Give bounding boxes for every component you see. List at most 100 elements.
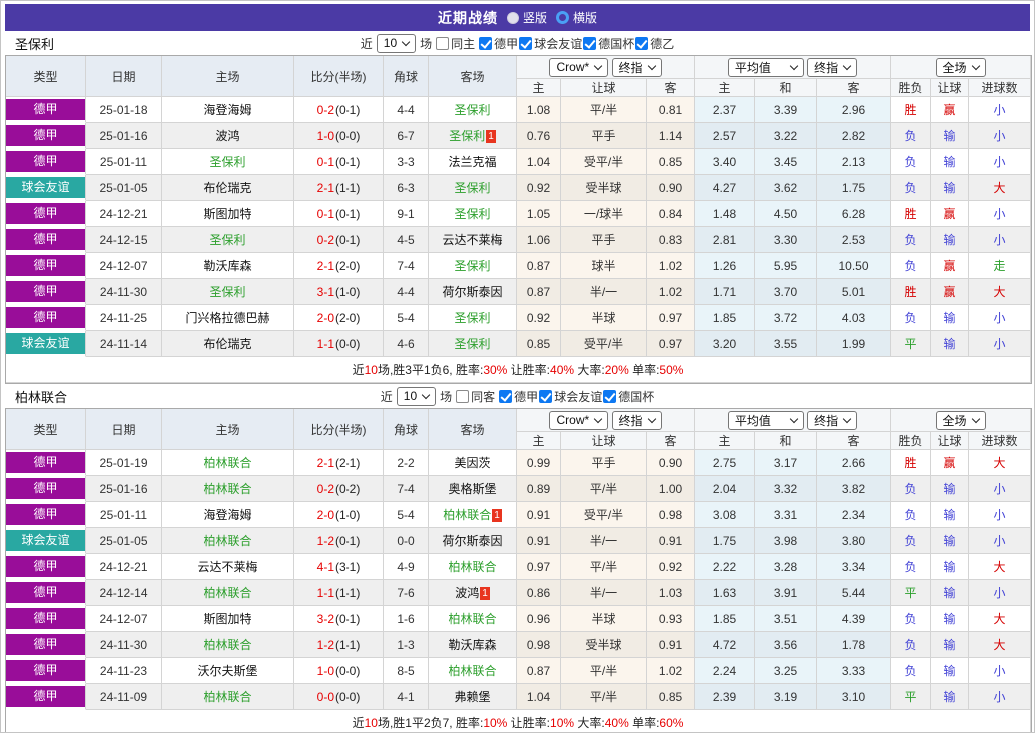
layout-radio-horizontal[interactable]: 横版 (556, 9, 597, 26)
league-filter-checkbox[interactable]: 德乙 (635, 35, 674, 52)
match-date: 25-01-05 (86, 528, 162, 554)
league-cell: 德甲 (6, 97, 86, 123)
league-filter-checkbox[interactable]: 德甲 (479, 35, 518, 52)
avg-away-odds: 1.78 (817, 632, 892, 658)
result-cell: 负 (891, 123, 932, 149)
summary-segment: 大率: (574, 716, 605, 730)
match-row: 德甲 25-01-11 圣保利 0-1(0-1) 3-3 法兰克福 1.04 受… (6, 149, 1032, 175)
summary-segment: 让胜率: (507, 363, 551, 377)
recent-count-value: 10 (403, 389, 418, 403)
recent-count-select[interactable]: 10 (396, 386, 437, 406)
scope-select[interactable]: 全场 (935, 410, 986, 430)
crow-away-odds: 0.83 (647, 227, 696, 253)
company-select[interactable]: Crow* (549, 410, 609, 430)
avg-home-odds: 2.39 (695, 684, 756, 710)
crow-away-odds: 0.97 (647, 305, 696, 331)
home-team: 柏林联合 (203, 638, 252, 652)
company-select[interactable]: Crow* (549, 57, 609, 77)
score-cell: 0-1(0-1) (294, 201, 384, 227)
league-filter-checkbox[interactable]: 球会友谊 (539, 388, 602, 405)
crow-away-odds: 0.85 (647, 684, 696, 710)
recent-count-select[interactable]: 10 (376, 33, 417, 53)
fulltime-score: 4-1 (316, 559, 334, 574)
recent-label: 近 (360, 36, 373, 51)
away-team: 柏林联合 (448, 664, 497, 678)
result-cell: 负 (891, 554, 932, 580)
crow-handicap-line: 受平/半 (561, 149, 647, 175)
result-cell: 负 (891, 149, 932, 175)
away-team: 弗赖堡 (454, 690, 491, 704)
recent-label: 近 (380, 389, 393, 404)
crow-away-odds: 0.90 (647, 450, 696, 476)
score-cell: 1-2(0-1) (294, 528, 384, 554)
league-filter-checkbox[interactable]: 德国杯 (603, 388, 654, 405)
company-period-select[interactable]: 终指 (611, 410, 662, 430)
company-select-value: Crow* (556, 413, 590, 427)
crow-away-odds: 1.00 (647, 476, 696, 502)
match-row: 德甲 24-11-25 门兴格拉德巴赫 2-0(2-0) 5-4 圣保利 0.9… (6, 305, 1032, 331)
away-cell: 荷尔斯泰因 (429, 279, 517, 305)
home-team: 柏林联合 (203, 482, 252, 496)
section-team-name: 圣保利 (15, 36, 55, 52)
col-header-corners: 角球 (384, 409, 429, 450)
avg-away-odds: 3.34 (817, 554, 892, 580)
corners: 4-6 (384, 331, 429, 357)
crow-away-odds: 0.91 (647, 632, 696, 658)
average-select[interactable]: 平均值 (727, 57, 804, 77)
scope-select[interactable]: 全场 (935, 57, 986, 77)
league-filter-checkbox[interactable]: 球会友谊 (519, 35, 582, 52)
away-team: 圣保利 (454, 337, 491, 351)
layout-radio-vertical[interactable]: 竖版 (506, 9, 547, 26)
crow-home-odds: 1.06 (517, 227, 561, 253)
filter-bar: 圣保利 近 10 场 同主 德甲 球会友谊 德国杯 德乙 (1, 31, 1034, 55)
avg-draw-odds: 3.45 (755, 149, 818, 175)
crow-away-odds: 0.98 (647, 502, 696, 528)
avg-draw-odds: 3.28 (755, 554, 818, 580)
match-row: 德甲 24-12-21 云达不莱梅 4-1(3-1) 4-9 柏林联合 0.97… (6, 554, 1032, 580)
company-period-select[interactable]: 终指 (611, 57, 662, 77)
league-cell: 球会友谊 (6, 528, 86, 554)
average-select[interactable]: 平均值 (727, 410, 804, 430)
col-header-corners: 角球 (384, 56, 429, 97)
crow-handicap-line: 受平/半 (561, 331, 647, 357)
home-team: 云达不莱梅 (197, 560, 258, 574)
avg-away-odds: 1.99 (817, 331, 892, 357)
crow-handicap-line: 平/半 (561, 554, 647, 580)
league-filter-checkbox[interactable]: 德国杯 (583, 35, 634, 52)
crow-home-odds: 0.76 (517, 123, 561, 149)
same-venue-checkbox[interactable]: 同主 (436, 35, 475, 52)
goals-result-cell: 小 (969, 227, 1032, 253)
average-period-value: 终指 (814, 60, 839, 75)
title-bar: 近期战绩 竖版 横版 (5, 4, 1030, 31)
league-badge: 德甲 (6, 452, 85, 473)
same-venue-checkbox[interactable]: 同客 (456, 388, 495, 405)
avg-home-odds: 3.20 (695, 331, 756, 357)
result-cell: 负 (891, 305, 932, 331)
league-filter-checkbox[interactable]: 德甲 (499, 388, 538, 405)
avg-draw-odds: 3.91 (755, 580, 818, 606)
checkbox-icon (539, 389, 553, 403)
home-team: 柏林联合 (203, 690, 252, 704)
away-cell: 弗赖堡 (429, 684, 517, 710)
away-cell: 美因茨 (429, 450, 517, 476)
away-cell: 法兰克福 (429, 149, 517, 175)
away-cell: 圣保利 (429, 97, 517, 123)
league-badge: 德甲 (6, 608, 85, 629)
avg-draw-odds: 3.72 (755, 305, 818, 331)
average-period-select[interactable]: 终指 (807, 57, 858, 77)
col-header-type: 类型 (6, 409, 86, 450)
avg-home-odds: 3.40 (695, 149, 756, 175)
summary-segment: 10% (483, 716, 508, 730)
average-period-select[interactable]: 终指 (807, 410, 858, 430)
team-section: 圣保利 近 10 场 同主 德甲 球会友谊 德国杯 德乙 类型 日期 主场 比分(半场… (1, 31, 1034, 384)
summary-segment: 10% (550, 716, 575, 730)
match-date: 24-11-25 (86, 305, 162, 331)
league-filter-label: 球会友谊 (554, 389, 603, 404)
red-card-badge: 1 (492, 509, 502, 522)
sub-header-goals: 进球数 (969, 432, 1032, 450)
results-table: 类型 日期 主场 比分(半场) 角球 客场 Crow* 终指 平均值 终指 全场 (5, 55, 1033, 384)
away-cell: 柏林联合 (429, 554, 517, 580)
sub-header-avg-draw: 和 (755, 432, 818, 450)
result-cell: 胜 (891, 450, 932, 476)
avg-away-odds: 2.96 (817, 97, 892, 123)
